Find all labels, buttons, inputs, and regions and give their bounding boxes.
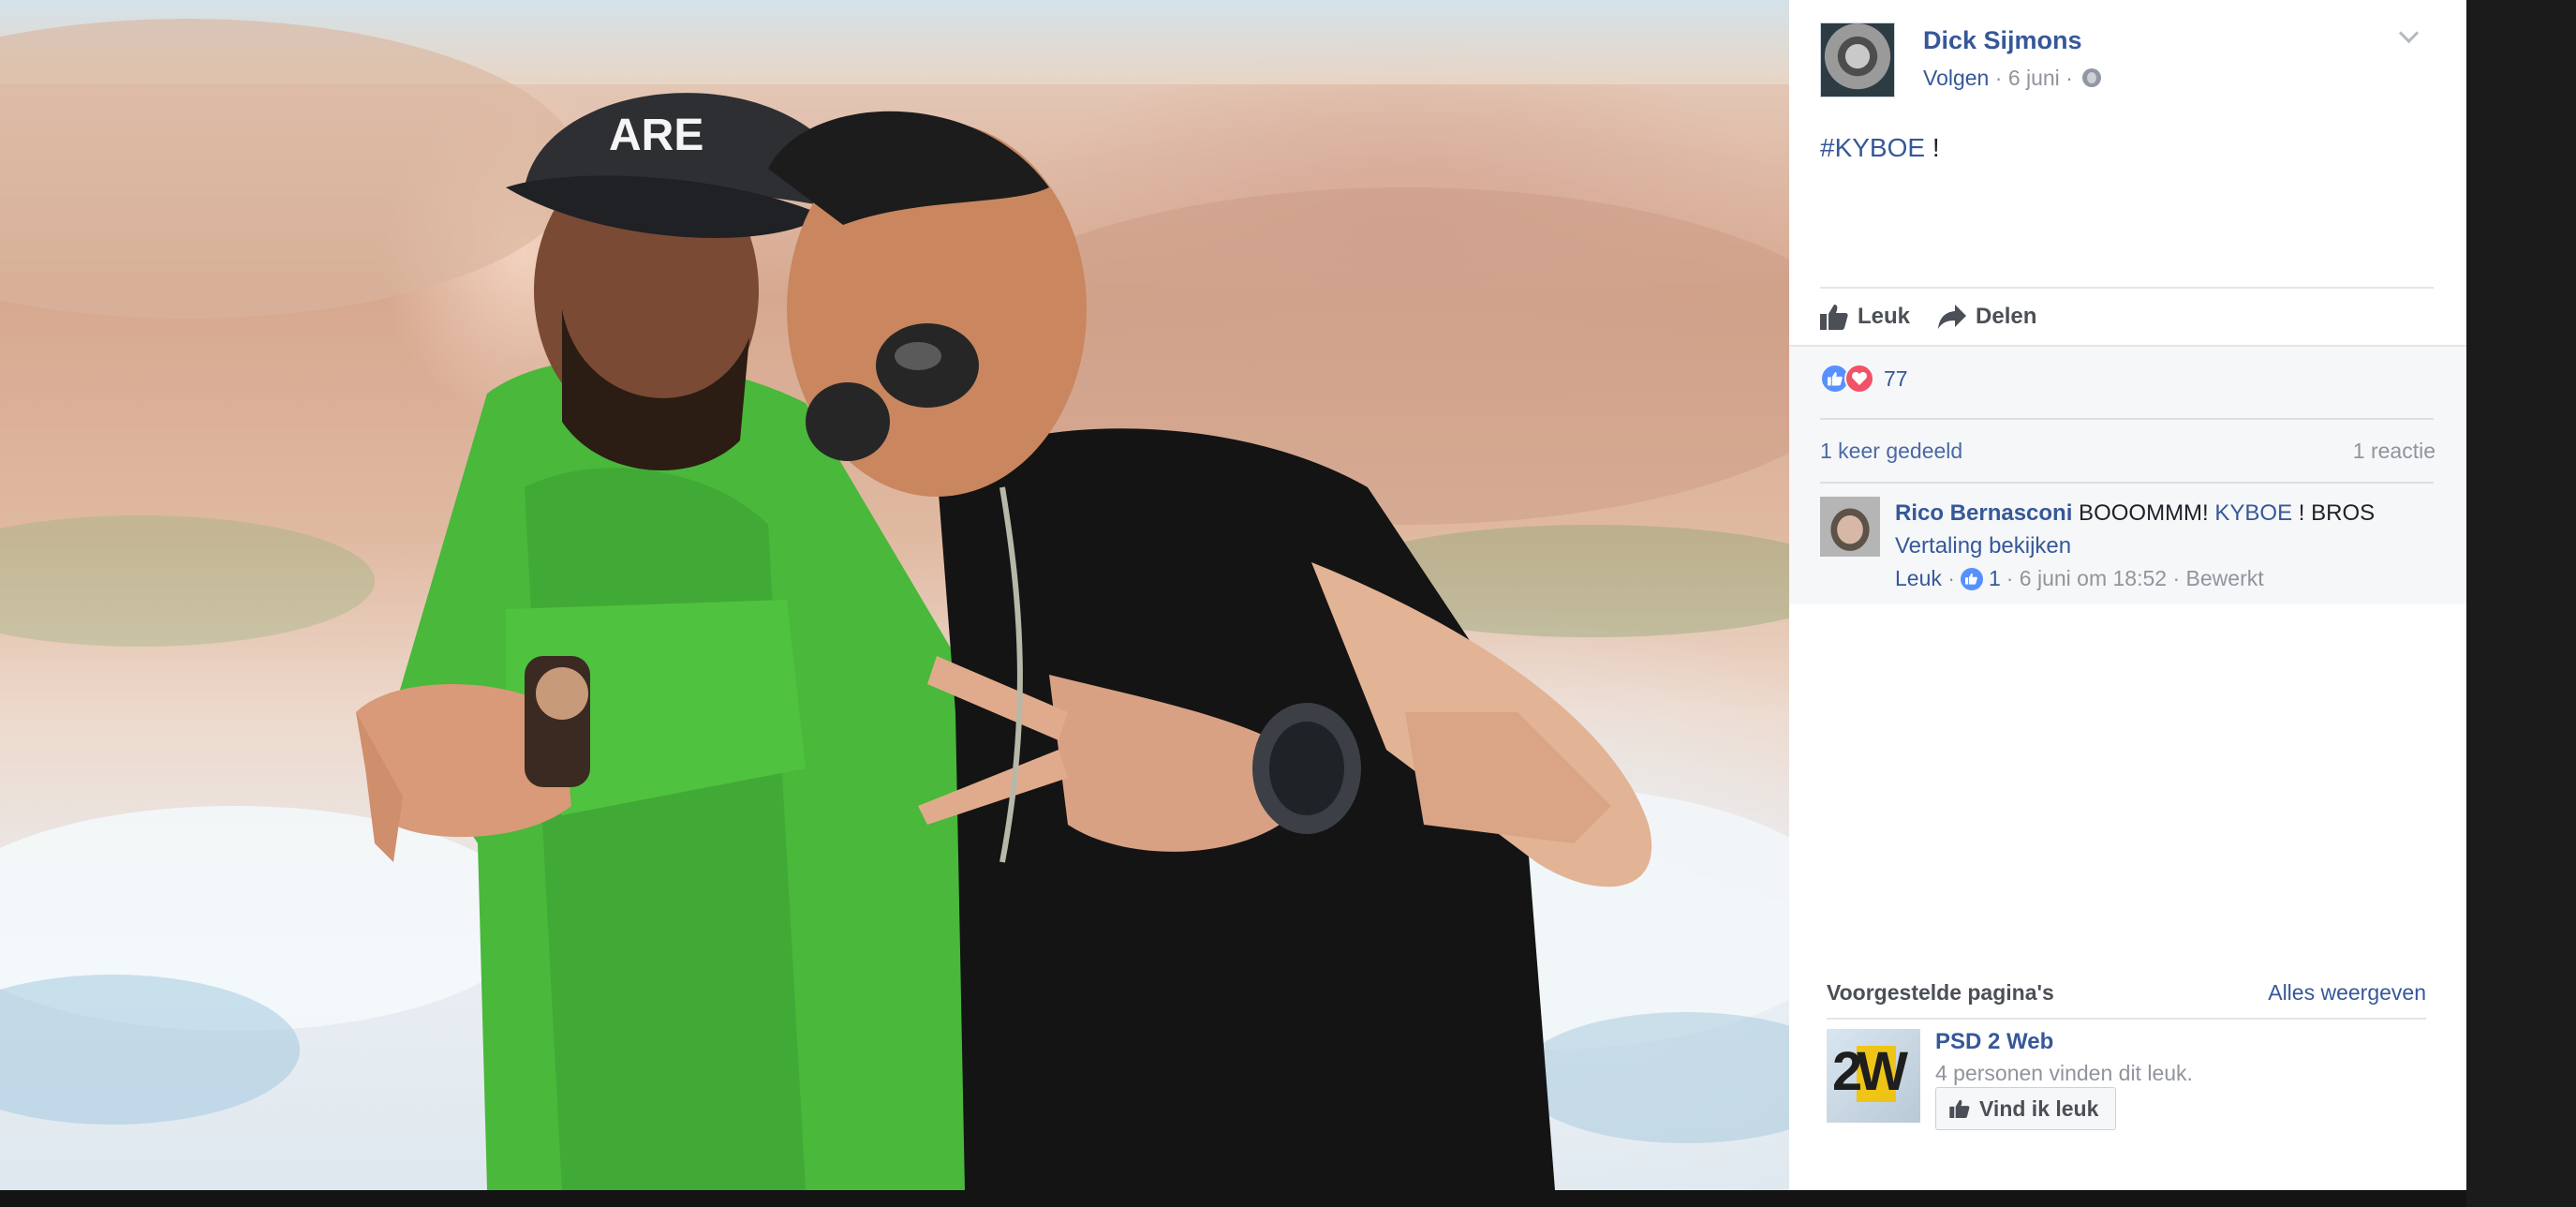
viewer-bottom-backdrop	[0, 1190, 2466, 1207]
meta-separator: ·	[1941, 566, 1955, 590]
chevron-down-icon[interactable]	[2399, 26, 2418, 45]
meta-separator: ·	[1994, 66, 2008, 90]
comment-like-link[interactable]: Leuk	[1895, 562, 1942, 595]
post-date[interactable]: 6 juni	[2008, 66, 2060, 90]
photo-illustration: ARE	[0, 19, 1789, 1190]
post-text-suffix: !	[1925, 133, 1940, 162]
see-translation-link[interactable]: Vertaling bekijken	[1895, 529, 2438, 562]
share-arrow-icon	[1938, 305, 1967, 329]
follow-link[interactable]: Volgen	[1923, 66, 1989, 90]
page-like-label: Vind ik leuk	[1979, 1095, 2099, 1121]
divider	[1827, 1018, 2426, 1020]
suggested-page-name[interactable]: PSD 2 Web	[1935, 1029, 2053, 1055]
post-photo[interactable]: ARE	[0, 0, 1789, 1190]
thumbs-up-icon	[1949, 1099, 1970, 1118]
suggested-title: Voorgestelde pagina's	[1827, 980, 2054, 1005]
logo-text: 2W	[1832, 1041, 1908, 1102]
page-like-button[interactable]: Vind ik leuk	[1935, 1087, 2117, 1130]
viewer-backdrop[interactable]	[2466, 0, 2576, 1207]
hashtag-link[interactable]: #KYBOE	[1820, 133, 1925, 162]
comment-count[interactable]: 1 reactie	[2353, 439, 2435, 464]
divider	[1820, 482, 2434, 484]
comment-mention-link[interactable]: KYBOE	[2214, 500, 2292, 526]
divider	[1820, 287, 2434, 289]
post-header: Dick Sijmons Volgen · 6 juni ·	[1820, 22, 2438, 99]
meta-separator: ·	[2006, 566, 2020, 590]
comment-body: Rico Bernasconi BOOOMMM! KYBOE ! BROS Ve…	[1895, 497, 2438, 595]
meta-separator: ·	[2167, 566, 2186, 590]
feedback-section: 77 1 keer gedeeld 1 reactie Rico Bernasc…	[1789, 345, 2466, 604]
suggested-page-likes: 4 personen vinden dit leuk.	[1935, 1061, 2193, 1085]
comment-timestamp[interactable]: 6 juni om 18:52	[2020, 562, 2167, 595]
post-side-panel: Dick Sijmons Volgen · 6 juni · #KYBOE ! …	[1789, 0, 2466, 1190]
see-all-link[interactable]: Alles weergeven	[2268, 980, 2426, 1006]
share-button[interactable]: Delen	[1938, 304, 2036, 330]
svg-text:ARE: ARE	[609, 111, 703, 160]
post-actions: Leuk Delen	[1820, 298, 2065, 335]
love-reaction-icon	[1844, 364, 1874, 394]
post-text: #KYBOE !	[1820, 133, 1940, 163]
globe-icon[interactable]	[2082, 68, 2102, 87]
page-logo[interactable]: 2W	[1827, 1029, 1920, 1123]
commenter-name[interactable]: Rico Bernasconi	[1895, 500, 2072, 526]
shares-link[interactable]: 1 keer gedeeld	[1820, 439, 1962, 464]
photo-viewer: ARE Dick Sijmons Volgen · 6 juni · #KYBO…	[0, 0, 2576, 1207]
reactions-summary[interactable]: 77	[1820, 364, 1908, 394]
comment-text: Rico Bernasconi BOOOMMM! KYBOE ! BROS	[1895, 497, 2438, 529]
like-button[interactable]: Leuk	[1820, 304, 1910, 330]
comment-like-count[interactable]: 1	[1989, 562, 2001, 595]
like-label: Leuk	[1858, 304, 1911, 329]
comment-text-before: BOOOMMM!	[2072, 500, 2215, 526]
comment-like-icon	[1960, 567, 1983, 590]
thumbs-up-icon	[1820, 305, 1848, 330]
author-avatar[interactable]	[1820, 22, 1895, 97]
divider	[1820, 418, 2434, 420]
share-label: Delen	[1976, 304, 2037, 329]
post-meta: Volgen · 6 juni ·	[1923, 66, 2102, 91]
comment-text-after: ! BROS	[2292, 500, 2376, 526]
author-name[interactable]: Dick Sijmons	[1923, 26, 2082, 55]
reaction-count[interactable]: 77	[1884, 366, 1908, 392]
commenter-avatar[interactable]	[1820, 497, 1880, 557]
comment-meta: Leuk · 1 · 6 juni om 18:52 · Bewerkt	[1895, 562, 2438, 595]
meta-separator: ·	[2065, 66, 2080, 90]
edited-label[interactable]: Bewerkt	[2186, 562, 2264, 595]
